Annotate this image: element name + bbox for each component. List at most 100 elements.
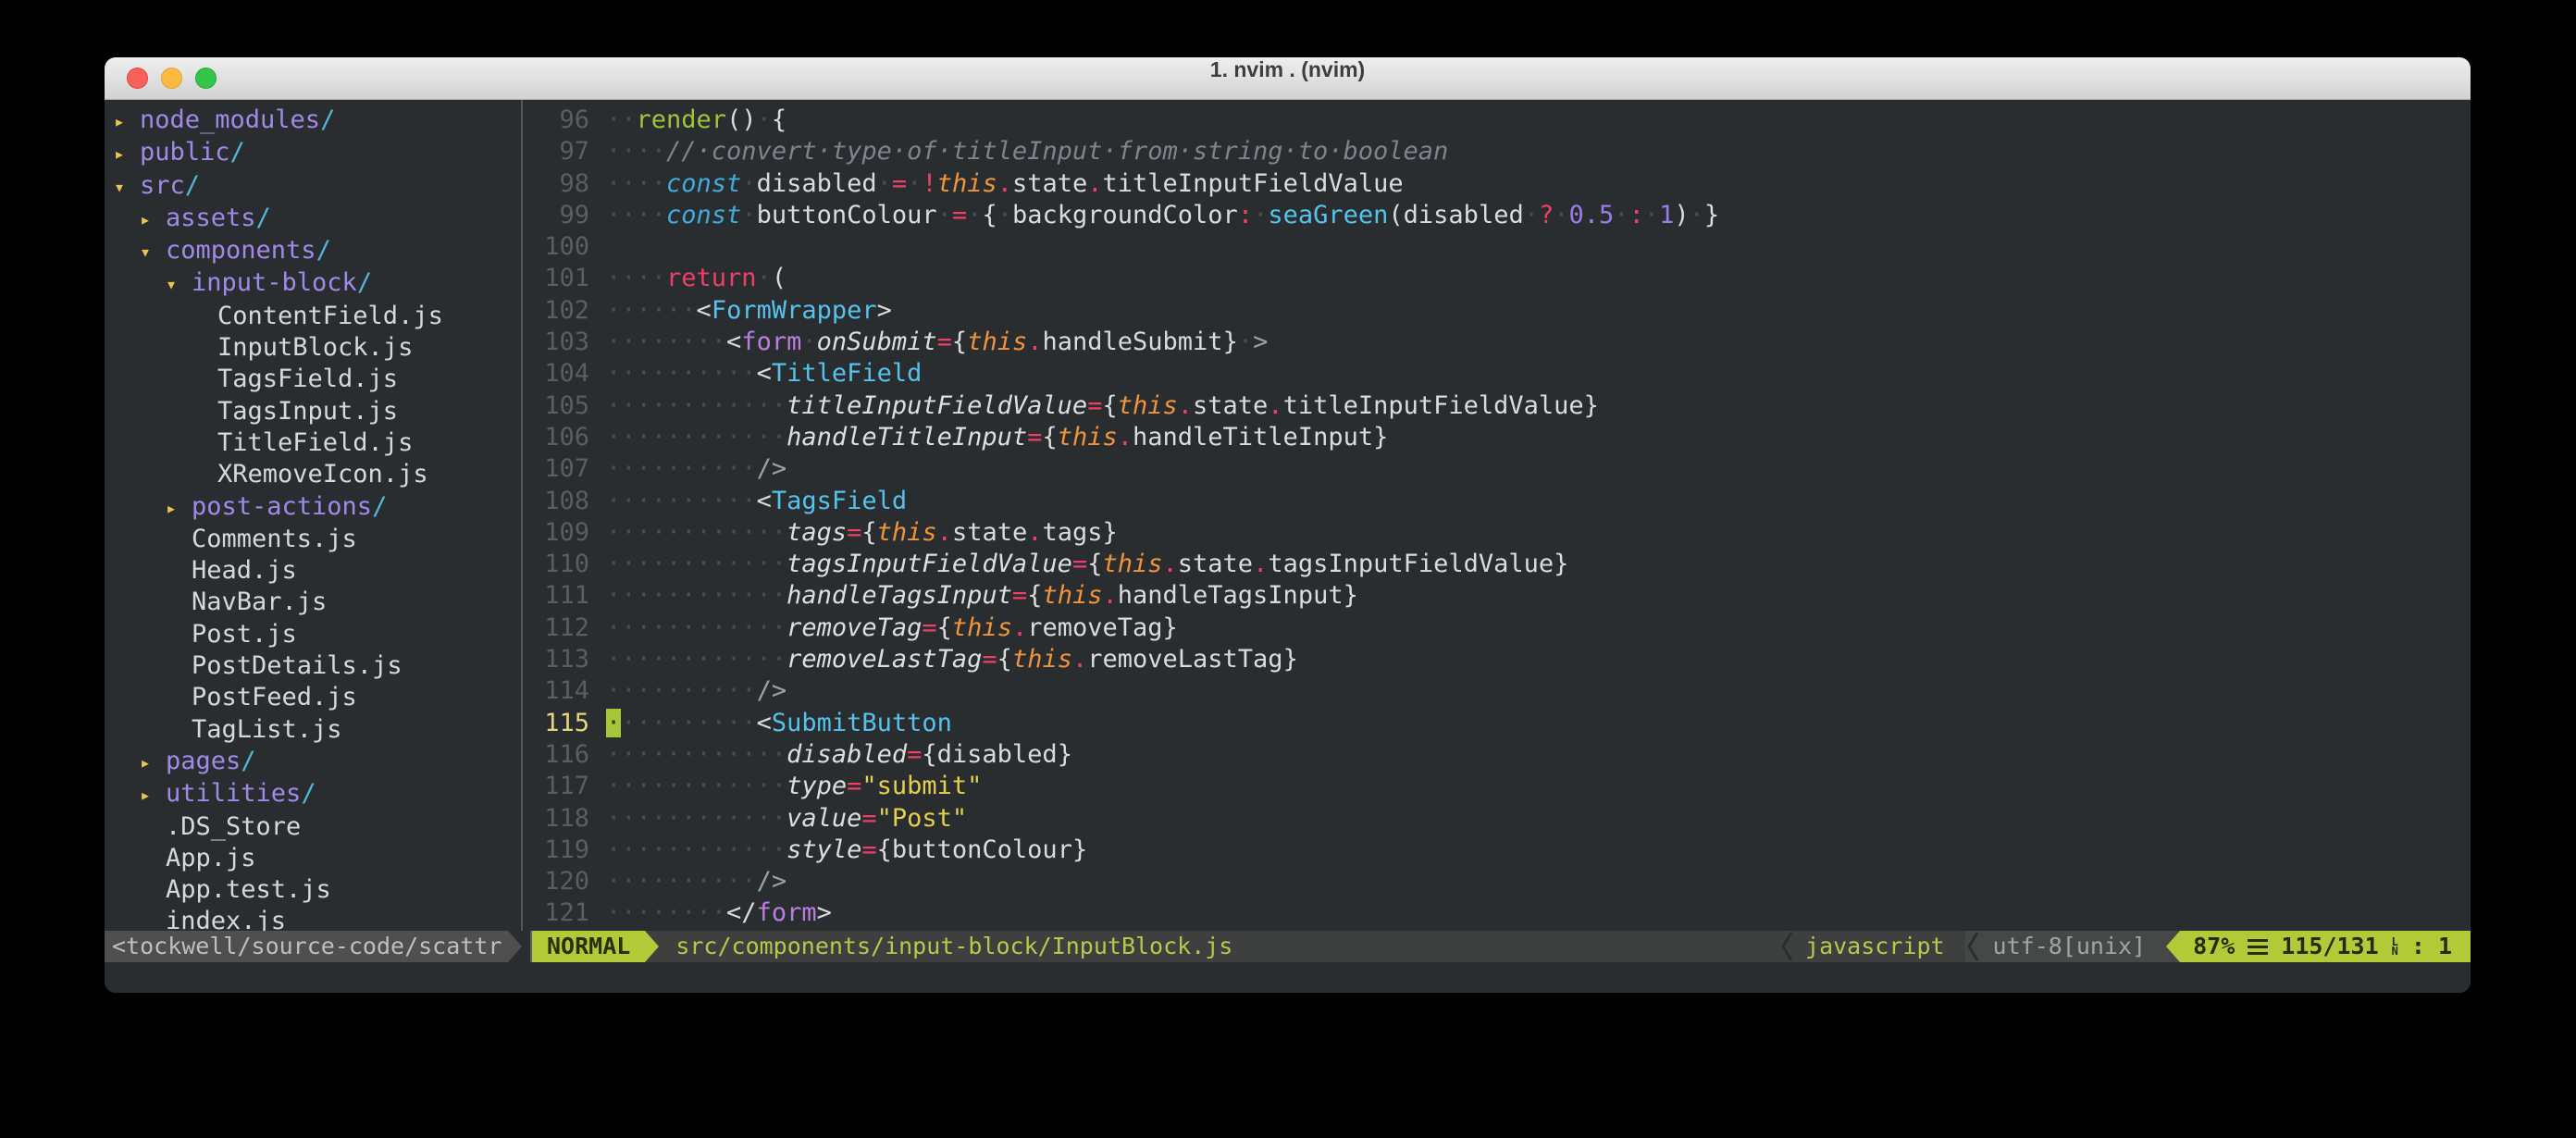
code-line-101[interactable]: 101····return·(: [523, 263, 2471, 294]
code-line-109[interactable]: 109············tags={this.state.tags}: [523, 517, 2471, 549]
code-text: ············removeLastTag={this.removeLa…: [606, 644, 2471, 675]
tree-item-components[interactable]: ▾components/: [105, 235, 521, 267]
line-number: 105: [523, 390, 606, 422]
directory-slash: /: [241, 746, 255, 777]
code-text: ············style={buttonColour}: [606, 835, 2471, 866]
code-line-100[interactable]: 100: [523, 231, 2471, 263]
code-line-118[interactable]: 118············value="Post": [523, 803, 2471, 835]
code-line-107[interactable]: 107··········/>: [523, 453, 2471, 485]
code-line-116[interactable]: 116············disabled={disabled}: [523, 739, 2471, 771]
collapsed-arrow-icon: ▸: [114, 105, 140, 137]
line-number: 119: [523, 835, 606, 866]
directory-slash: /: [372, 491, 387, 523]
code-line-114[interactable]: 114··········/>: [523, 675, 2471, 707]
command-line[interactable]: [105, 962, 2471, 993]
tree-item-post-actions[interactable]: ▸post-actions/: [105, 491, 521, 524]
code-line-115[interactable]: 115··········<SubmitButton: [523, 708, 2471, 739]
directory-name: public: [140, 137, 230, 168]
file-name: TagList.js: [192, 714, 342, 746]
code-text: ··········/>: [606, 453, 2471, 485]
tree-item-App.test.js[interactable]: App.test.js: [105, 874, 521, 906]
code-line-99[interactable]: 99····const·buttonColour·=·{·backgroundC…: [523, 200, 2471, 231]
window-titlebar[interactable]: 1. nvim . (nvim): [105, 57, 2471, 100]
line-number: 108: [523, 486, 606, 517]
tree-item-XRemoveIcon.js[interactable]: XRemoveIcon.js: [105, 459, 521, 490]
tree-item-PostFeed.js[interactable]: PostFeed.js: [105, 682, 521, 713]
statusbar-position: 87% 115/131 LN : 1: [2180, 931, 2471, 962]
code-line-104[interactable]: 104··········<TitleField: [523, 358, 2471, 390]
tree-item-PostDetails.js[interactable]: PostDetails.js: [105, 650, 521, 682]
code-line-98[interactable]: 98····const·disabled·=·!this.state.title…: [523, 168, 2471, 200]
tree-item-index.js[interactable]: index.js: [105, 906, 521, 931]
directory-name: src: [140, 170, 185, 202]
tree-item-TagsInput.js[interactable]: TagsInput.js: [105, 396, 521, 427]
tree-item-TitleField.js[interactable]: TitleField.js: [105, 427, 521, 459]
chevron-left-icon: [1779, 931, 1794, 962]
code-line-111[interactable]: 111············handleTagsInput={this.han…: [523, 580, 2471, 612]
code-text: ············handleTagsInput={this.handle…: [606, 580, 2471, 612]
code-line-113[interactable]: 113············removeLastTag={this.remov…: [523, 644, 2471, 675]
code-text: ··········<TagsField: [606, 486, 2471, 517]
code-text: ········<form·onSubmit={this.handleSubmi…: [606, 327, 2471, 358]
code-line-112[interactable]: 112············removeTag={this.removeTag…: [523, 612, 2471, 644]
file-tree[interactable]: ▸node_modules/▸public/▾src/▸assets/▾comp…: [105, 100, 521, 931]
line-position: 115/131: [2281, 931, 2378, 962]
code-text: ············removeTag={this.removeTag}: [606, 612, 2471, 644]
expanded-arrow-icon: ▾: [166, 268, 192, 300]
tree-item-input-block[interactable]: ▾input-block/: [105, 267, 521, 300]
directory-slash: /: [316, 235, 331, 266]
cursor: ·: [606, 709, 621, 737]
file-name: TitleField.js: [217, 427, 413, 459]
code-line-121[interactable]: 121········</form>: [523, 897, 2471, 929]
line-number: 107: [523, 453, 606, 485]
code-line-106[interactable]: 106············handleTitleInput={this.ha…: [523, 422, 2471, 453]
tree-item-NavBar.js[interactable]: NavBar.js: [105, 587, 521, 618]
tree-item-utilities[interactable]: ▸utilities/: [105, 778, 521, 810]
tree-item-pages[interactable]: ▸pages/: [105, 746, 521, 778]
line-number: 103: [523, 327, 606, 358]
code-line-120[interactable]: 120··········/>: [523, 866, 2471, 897]
code-text: ····//·convert·type·of·titleInput·from·s…: [606, 136, 2471, 167]
line-number: 114: [523, 675, 606, 707]
file-name: App.test.js: [166, 874, 331, 906]
tree-item-assets[interactable]: ▸assets/: [105, 203, 521, 235]
chevron-left-icon: [1965, 931, 1980, 962]
code-text: ············titleInputFieldValue={this.s…: [606, 390, 2471, 422]
tree-item-public[interactable]: ▸public/: [105, 137, 521, 169]
tree-item-.DS_Store[interactable]: .DS_Store: [105, 811, 521, 843]
tree-item-Head.js[interactable]: Head.js: [105, 555, 521, 587]
code-line-97[interactable]: 97····//·convert·type·of·titleInput·from…: [523, 136, 2471, 167]
code-line-105[interactable]: 105············titleInputFieldValue={thi…: [523, 390, 2471, 422]
tree-item-Post.js[interactable]: Post.js: [105, 619, 521, 650]
file-name: TagsInput.js: [217, 396, 398, 427]
code-editor[interactable]: 96··render()·{97····//·convert·type·of·t…: [521, 100, 2471, 931]
close-button[interactable]: [127, 68, 148, 89]
tree-item-ContentField.js[interactable]: ContentField.js: [105, 301, 521, 332]
tree-item-src[interactable]: ▾src/: [105, 170, 521, 203]
code-line-103[interactable]: 103········<form·onSubmit={this.handleSu…: [523, 327, 2471, 358]
code-line-119[interactable]: 119············style={buttonColour}: [523, 835, 2471, 866]
minimize-button[interactable]: [161, 68, 182, 89]
file-name: index.js: [166, 906, 286, 931]
code-line-110[interactable]: 110············tagsInputFieldValue={this…: [523, 549, 2471, 580]
tree-item-App.js[interactable]: App.js: [105, 843, 521, 874]
code-line-102[interactable]: 102······<FormWrapper>: [523, 295, 2471, 327]
code-text: ··render()·{: [606, 105, 2471, 136]
tree-item-TagList.js[interactable]: TagList.js: [105, 714, 521, 746]
zoom-button[interactable]: [195, 68, 217, 89]
directory-name: pages: [166, 746, 241, 777]
line-number: 109: [523, 517, 606, 549]
code-line-117[interactable]: 117············type="submit": [523, 771, 2471, 802]
tree-statusline-arrow-icon: [508, 931, 522, 962]
file-name: Head.js: [192, 555, 297, 587]
tree-item-node_modules[interactable]: ▸node_modules/: [105, 105, 521, 137]
tree-item-TagsField.js[interactable]: TagsField.js: [105, 364, 521, 395]
code-line-108[interactable]: 108··········<TagsField: [523, 486, 2471, 517]
directory-name: node_modules: [140, 105, 320, 136]
file-name: InputBlock.js: [217, 332, 413, 364]
code-line-96[interactable]: 96··render()·{: [523, 105, 2471, 136]
line-number: 112: [523, 612, 606, 644]
tree-item-InputBlock.js[interactable]: InputBlock.js: [105, 332, 521, 364]
tree-item-Comments.js[interactable]: Comments.js: [105, 524, 521, 555]
statusbar-filetype: javascript: [1794, 931, 1965, 962]
